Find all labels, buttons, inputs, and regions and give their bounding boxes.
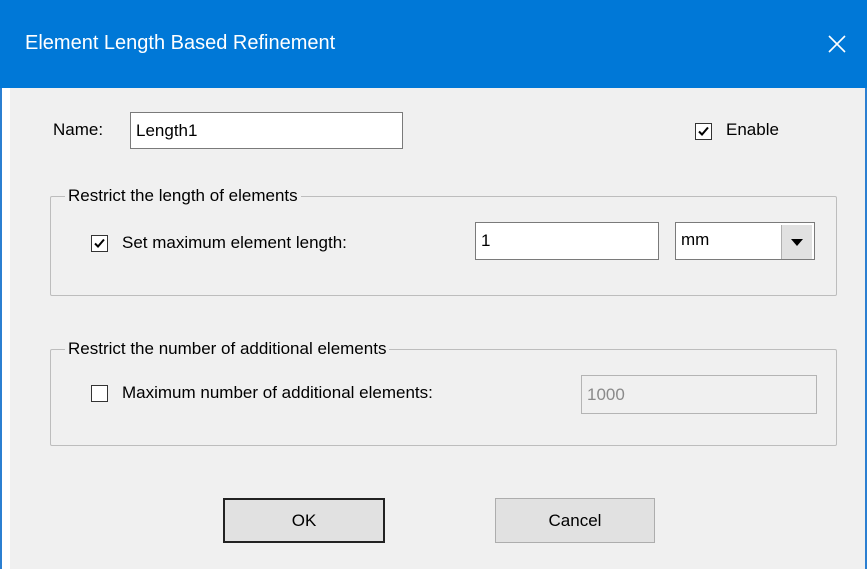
- close-icon: [828, 35, 846, 53]
- length-group-title: Restrict the length of elements: [65, 186, 301, 206]
- max-length-checkbox[interactable]: [91, 235, 108, 252]
- cancel-button-label: Cancel: [548, 510, 602, 530]
- name-label: Name:: [53, 120, 104, 139]
- name-input[interactable]: [130, 112, 403, 149]
- max-count-checkbox[interactable]: [91, 385, 108, 402]
- count-group-title: Restrict the number of additional elemen…: [65, 339, 390, 359]
- ok-button-label: OK: [291, 510, 317, 530]
- max-length-input[interactable]: [475, 222, 659, 260]
- ok-button[interactable]: OK: [223, 498, 385, 543]
- enable-label: Enable: [726, 120, 779, 139]
- checkmark-icon: [94, 238, 105, 248]
- window-edge: [2, 88, 10, 569]
- checkmark-icon: [698, 126, 709, 136]
- title-bar[interactable]: Element Length Based Refinement: [0, 0, 867, 88]
- max-count-label: Maximum number of additional elements:: [122, 383, 433, 402]
- window-title: Element Length Based Refinement: [25, 32, 336, 54]
- max-count-input: [581, 375, 817, 414]
- dropdown-button[interactable]: [781, 225, 812, 259]
- close-button[interactable]: [807, 0, 867, 88]
- unit-select[interactable]: mm: [675, 222, 815, 260]
- max-length-label: Set maximum element length:: [122, 233, 347, 252]
- cancel-button[interactable]: Cancel: [495, 498, 655, 543]
- unit-select-value: mm: [681, 230, 710, 249]
- dropdown-arrow-icon: [791, 238, 803, 246]
- dialog-window: Element Length Based Refinement Name: En…: [0, 0, 867, 569]
- enable-checkbox[interactable]: [695, 123, 712, 140]
